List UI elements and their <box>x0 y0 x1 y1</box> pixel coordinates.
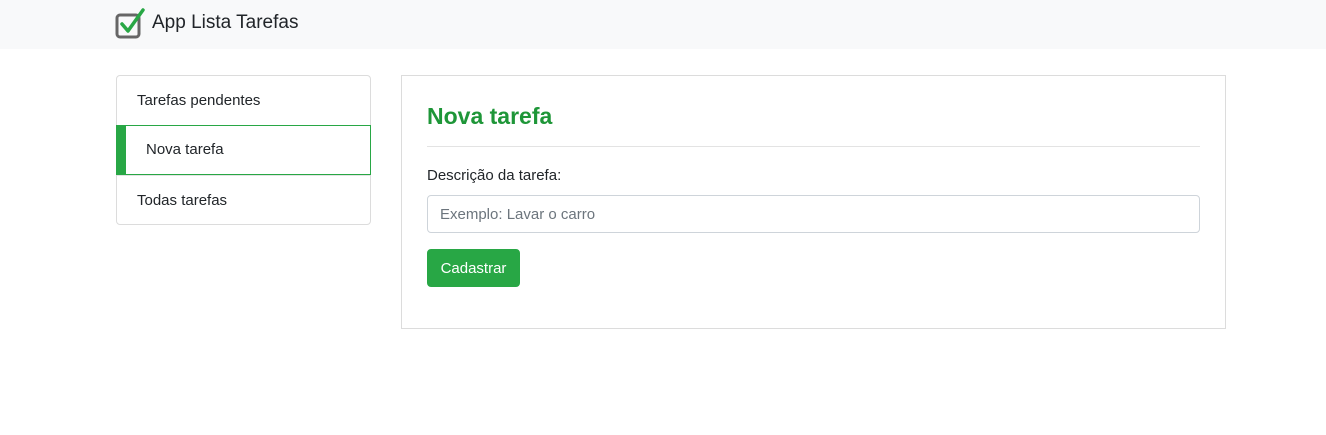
new-task-panel: Nova tarefa Descrição da tarefa: Cadastr… <box>401 75 1226 329</box>
top-navbar: App Lista Tarefas <box>0 0 1326 49</box>
sidebar-item-new-task[interactable]: Nova tarefa <box>116 125 371 175</box>
checkbox-check-icon <box>115 8 145 39</box>
task-description-input[interactable] <box>427 195 1200 233</box>
sidebar-item-pending-tasks[interactable]: Tarefas pendentes <box>117 76 370 125</box>
page-title: Nova tarefa <box>427 103 553 129</box>
brand-title: App Lista Tarefas <box>152 12 299 33</box>
title-divider <box>427 146 1200 147</box>
brand-link[interactable]: App Lista Tarefas <box>115 6 298 40</box>
task-description-label: Descrição da tarefa: <box>427 167 562 184</box>
sidebar-item-all-tasks[interactable]: Todas tarefas <box>117 175 370 224</box>
sidebar-menu: Tarefas pendentes Nova tarefa Todas tare… <box>116 75 371 225</box>
submit-button[interactable]: Cadastrar <box>427 249 520 287</box>
